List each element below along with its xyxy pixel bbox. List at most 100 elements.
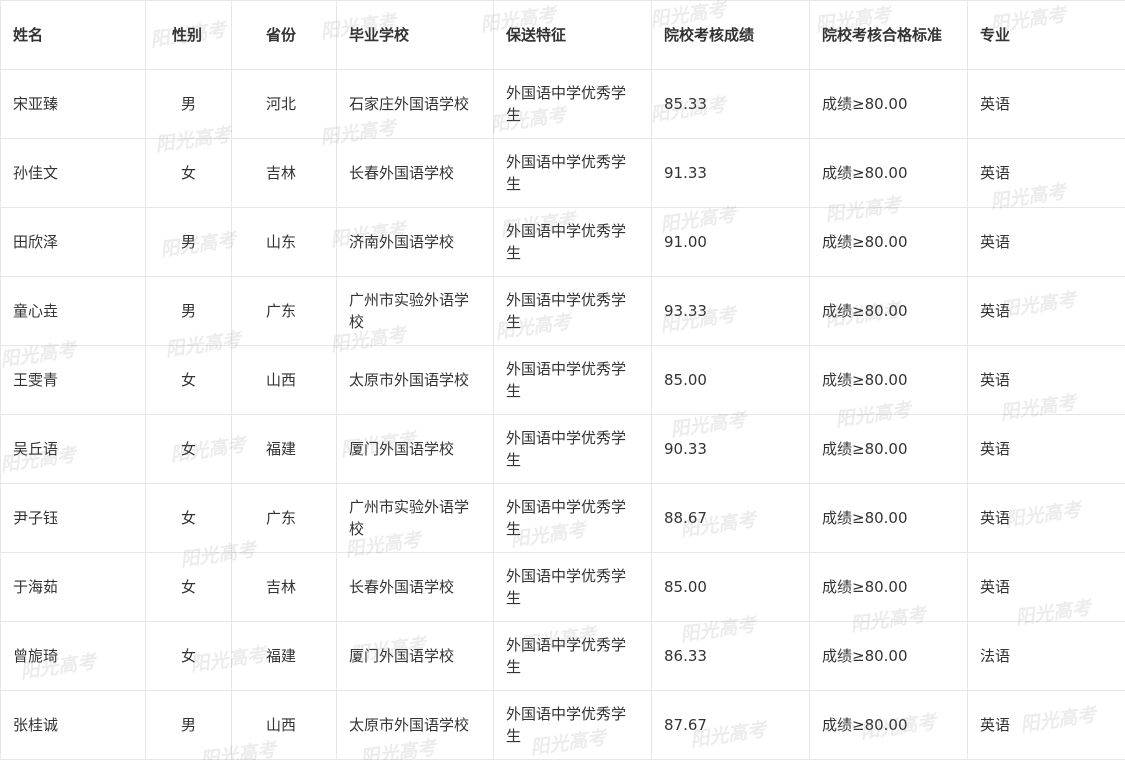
table-row: 孙佳文女吉林 长春外国语学校 外国语中学优秀学生 91.33 成绩≥80.00 英语 <box>0 138 1125 208</box>
cell-score: 85.00 <box>651 552 810 622</box>
cell-feature: 外国语中学优秀学生 <box>493 69 652 139</box>
cell-standard: 成绩≥80.00 <box>809 207 968 277</box>
column-header-major: 专业 <box>967 0 1125 70</box>
cell-gender: 女 <box>145 483 232 553</box>
table-row: 吴丘语女福建 厦门外国语学校 外国语中学优秀学生 90.33 成绩≥80.00 英语 <box>0 414 1125 484</box>
cell-province: 山东 <box>231 207 337 277</box>
cell-gender: 男 <box>145 690 232 760</box>
cell-standard: 成绩≥80.00 <box>809 483 968 553</box>
column-header-feature: 保送特征 <box>493 0 652 70</box>
cell-province: 福建 <box>231 621 337 691</box>
cell-major: 英语 <box>967 138 1125 208</box>
cell-standard: 成绩≥80.00 <box>809 690 968 760</box>
cell-major: 英语 <box>967 276 1125 346</box>
cell-name: 王雯青 <box>0 345 146 415</box>
cell-feature: 外国语中学优秀学生 <box>493 207 652 277</box>
table-row: 尹子钰女广东 广州市实验外语学校 外国语中学优秀学生 88.67 成绩≥80.00 英语 <box>0 483 1125 553</box>
cell-school: 太原市外国语学校 <box>336 690 494 760</box>
cell-major: 法语 <box>967 621 1125 691</box>
table-row: 王雯青女山西 太原市外国语学校 外国语中学优秀学生 85.00 成绩≥80.00 英语 <box>0 345 1125 415</box>
cell-gender: 男 <box>145 276 232 346</box>
cell-score: 93.33 <box>651 276 810 346</box>
cell-feature: 外国语中学优秀学生 <box>493 276 652 346</box>
cell-gender: 男 <box>145 207 232 277</box>
header-row: 姓名 性别 省份 毕业学校 保送特征 院校考核成绩 院校考核合格标准 专业 <box>0 0 1125 70</box>
cell-gender: 女 <box>145 345 232 415</box>
cell-score: 87.67 <box>651 690 810 760</box>
cell-standard: 成绩≥80.00 <box>809 276 968 346</box>
table-body: 宋亚臻男河北 石家庄外国语学校 外国语中学优秀学生 85.33 成绩≥80.00 英语 孙佳… <box>0 69 1125 760</box>
cell-province: 福建 <box>231 414 337 484</box>
cell-score: 85.00 <box>651 345 810 415</box>
column-header-score: 院校考核成绩 <box>651 0 810 70</box>
cell-major: 英语 <box>967 690 1125 760</box>
cell-school: 长春外国语学校 <box>336 138 494 208</box>
cell-school: 厦门外国语学校 <box>336 621 494 691</box>
table-row: 于海茹女吉林 长春外国语学校 外国语中学优秀学生 85.00 成绩≥80.00 英语 <box>0 552 1125 622</box>
cell-feature: 外国语中学优秀学生 <box>493 552 652 622</box>
cell-gender: 女 <box>145 552 232 622</box>
cell-score: 85.33 <box>651 69 810 139</box>
cell-score: 86.33 <box>651 621 810 691</box>
table-row: 田欣泽男山东 济南外国语学校 外国语中学优秀学生 91.00 成绩≥80.00 英语 <box>0 207 1125 277</box>
cell-feature: 外国语中学优秀学生 <box>493 138 652 208</box>
cell-school: 石家庄外国语学校 <box>336 69 494 139</box>
cell-major: 英语 <box>967 414 1125 484</box>
cell-feature: 外国语中学优秀学生 <box>493 345 652 415</box>
cell-feature: 外国语中学优秀学生 <box>493 690 652 760</box>
cell-feature: 外国语中学优秀学生 <box>493 621 652 691</box>
cell-score: 91.33 <box>651 138 810 208</box>
table-header: 姓名 性别 省份 毕业学校 保送特征 院校考核成绩 院校考核合格标准 专业 <box>0 0 1125 70</box>
cell-school: 厦门外国语学校 <box>336 414 494 484</box>
cell-feature: 外国语中学优秀学生 <box>493 483 652 553</box>
cell-major: 英语 <box>967 345 1125 415</box>
column-header-standard: 院校考核合格标准 <box>809 0 968 70</box>
cell-name: 尹子钰 <box>0 483 146 553</box>
cell-name: 吴丘语 <box>0 414 146 484</box>
cell-name: 张桂诚 <box>0 690 146 760</box>
cell-standard: 成绩≥80.00 <box>809 414 968 484</box>
cell-province: 广东 <box>231 483 337 553</box>
column-header-name: 姓名 <box>0 0 146 70</box>
cell-major: 英语 <box>967 207 1125 277</box>
column-header-province: 省份 <box>231 0 337 70</box>
cell-gender: 女 <box>145 414 232 484</box>
cell-name: 童心垚 <box>0 276 146 346</box>
cell-major: 英语 <box>967 69 1125 139</box>
cell-score: 88.67 <box>651 483 810 553</box>
column-header-gender: 性别 <box>145 0 232 70</box>
cell-province: 吉林 <box>231 552 337 622</box>
cell-name: 田欣泽 <box>0 207 146 277</box>
cell-major: 英语 <box>967 552 1125 622</box>
cell-province: 吉林 <box>231 138 337 208</box>
cell-standard: 成绩≥80.00 <box>809 621 968 691</box>
cell-school: 广州市实验外语学校 <box>336 276 494 346</box>
cell-standard: 成绩≥80.00 <box>809 345 968 415</box>
cell-province: 山西 <box>231 345 337 415</box>
cell-standard: 成绩≥80.00 <box>809 552 968 622</box>
cell-name: 于海茹 <box>0 552 146 622</box>
cell-province: 河北 <box>231 69 337 139</box>
cell-province: 广东 <box>231 276 337 346</box>
cell-name: 孙佳文 <box>0 138 146 208</box>
cell-score: 91.00 <box>651 207 810 277</box>
admissions-table: 姓名 性别 省份 毕业学校 保送特征 院校考核成绩 院校考核合格标准 专业 宋亚… <box>0 0 1125 760</box>
cell-gender: 女 <box>145 621 232 691</box>
cell-name: 宋亚臻 <box>0 69 146 139</box>
cell-gender: 男 <box>145 69 232 139</box>
column-header-school: 毕业学校 <box>336 0 494 70</box>
cell-major: 英语 <box>967 483 1125 553</box>
cell-school: 长春外国语学校 <box>336 552 494 622</box>
cell-school: 济南外国语学校 <box>336 207 494 277</box>
cell-score: 90.33 <box>651 414 810 484</box>
cell-standard: 成绩≥80.00 <box>809 138 968 208</box>
table-row: 童心垚男广东 广州市实验外语学校 外国语中学优秀学生 93.33 成绩≥80.00 英语 <box>0 276 1125 346</box>
table-row: 曾旎琦女福建 厦门外国语学校 外国语中学优秀学生 86.33 成绩≥80.00 法语 <box>0 621 1125 691</box>
cell-school: 广州市实验外语学校 <box>336 483 494 553</box>
cell-name: 曾旎琦 <box>0 621 146 691</box>
table-row: 张桂诚男山西 太原市外国语学校 外国语中学优秀学生 87.67 成绩≥80.00 英语 <box>0 690 1125 760</box>
cell-province: 山西 <box>231 690 337 760</box>
cell-gender: 女 <box>145 138 232 208</box>
cell-school: 太原市外国语学校 <box>336 345 494 415</box>
table-row: 宋亚臻男河北 石家庄外国语学校 外国语中学优秀学生 85.33 成绩≥80.00 英语 <box>0 69 1125 139</box>
